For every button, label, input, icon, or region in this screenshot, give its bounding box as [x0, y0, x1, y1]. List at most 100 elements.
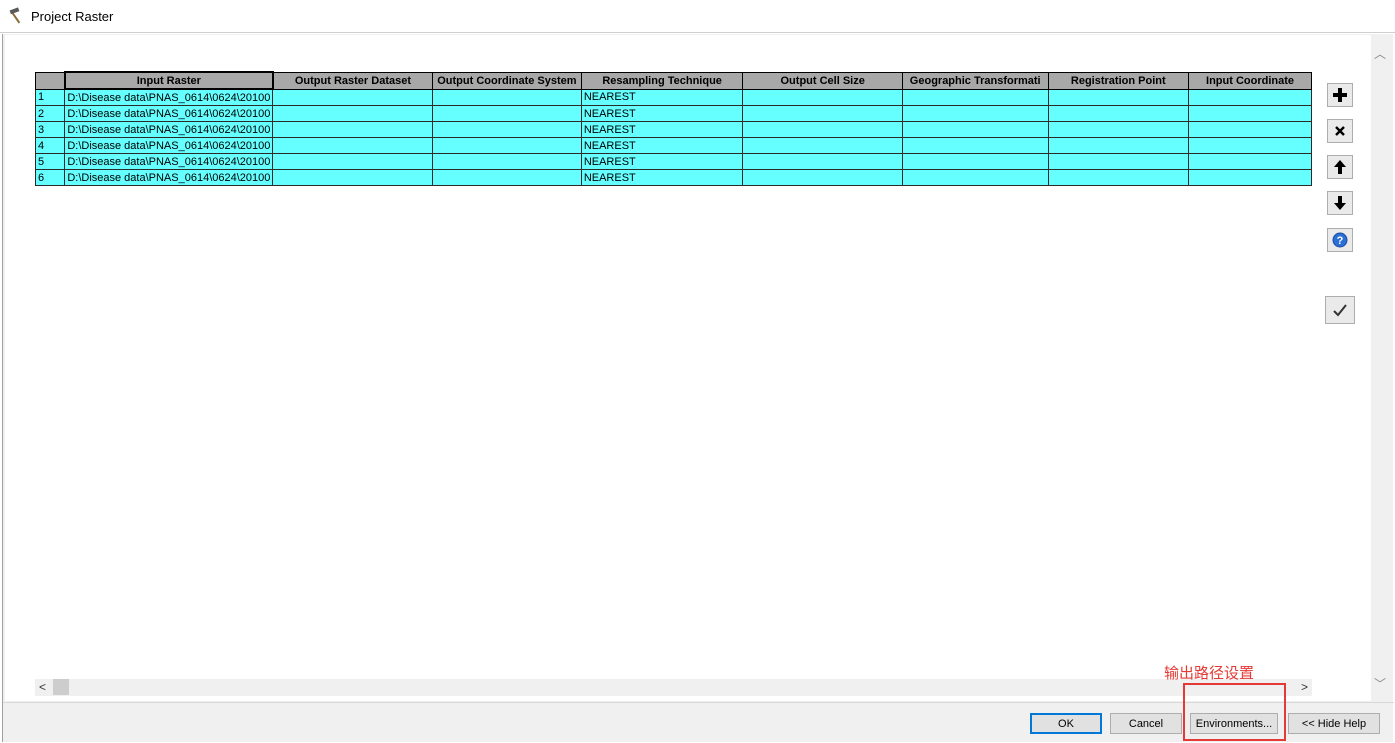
cell-output-raster-dataset[interactable]: [272, 88, 433, 106]
help-icon: ?: [1332, 232, 1348, 248]
cell-input-coordinate[interactable]: [1188, 169, 1312, 186]
table-row[interactable]: 2 D:\Disease data\PNAS_0614\0624\20100 N…: [35, 105, 1312, 122]
dialog-body: ︿ ﹀ Input Raster Output Raster Dataset O…: [2, 34, 1394, 742]
cell-input-raster[interactable]: D:\Disease data\PNAS_0614\0624\20100: [64, 105, 274, 122]
cell-registration-point[interactable]: [1047, 88, 1190, 106]
column-header-geographic-transformation[interactable]: Geographic Transformati: [901, 71, 1049, 90]
remove-row-button[interactable]: [1327, 119, 1353, 143]
column-header-input-coordinate[interactable]: Input Coordinate: [1188, 71, 1312, 90]
help-button[interactable]: ?: [1327, 228, 1353, 252]
annotation-label: 输出路径设置: [1164, 664, 1255, 682]
cancel-button[interactable]: Cancel: [1110, 713, 1182, 734]
cell-registration-point[interactable]: [1047, 137, 1190, 154]
check-values-button[interactable]: [1325, 296, 1355, 324]
hammer-icon: [9, 7, 21, 24]
column-header-output-cell-size[interactable]: Output Cell Size: [742, 71, 903, 90]
cell-input-coordinate[interactable]: [1188, 105, 1312, 122]
column-header-registration-point[interactable]: Registration Point: [1047, 71, 1190, 90]
arrow-up-icon: [1334, 160, 1346, 174]
cell-output-cell-size[interactable]: [742, 137, 903, 154]
row-number[interactable]: 3: [35, 121, 66, 138]
cell-registration-point[interactable]: [1047, 169, 1190, 186]
move-down-button[interactable]: [1327, 191, 1353, 215]
table-row[interactable]: 4 D:\Disease data\PNAS_0614\0624\20100 N…: [35, 137, 1312, 154]
cell-output-coordinate-system[interactable]: [431, 153, 582, 170]
close-icon: [1335, 126, 1345, 136]
cell-output-raster-dataset[interactable]: [272, 153, 433, 170]
column-header-output-coordinate-system[interactable]: Output Coordinate System: [431, 71, 582, 90]
raster-batch-grid[interactable]: Input Raster Output Raster Dataset Outpu…: [35, 71, 1312, 679]
cell-geographic-transformation[interactable]: [901, 169, 1049, 186]
cell-resampling-technique[interactable]: NEAREST: [580, 88, 744, 106]
cell-resampling-technique[interactable]: NEAREST: [580, 137, 744, 154]
row-number[interactable]: 5: [35, 153, 66, 170]
cell-input-raster[interactable]: D:\Disease data\PNAS_0614\0624\20100: [64, 137, 274, 154]
table-row[interactable]: 5 D:\Disease data\PNAS_0614\0624\20100 N…: [35, 153, 1312, 170]
horizontal-scrollbar[interactable]: < >: [35, 679, 1312, 696]
cell-input-raster[interactable]: D:\Disease data\PNAS_0614\0624\20100: [64, 169, 274, 186]
svg-text:?: ?: [1337, 235, 1344, 247]
cell-output-cell-size[interactable]: [742, 121, 903, 138]
table-row[interactable]: 1 D:\Disease data\PNAS_0614\0624\20100 N…: [35, 88, 1312, 106]
column-header-input-raster[interactable]: Input Raster: [63, 71, 274, 90]
scroll-thumb[interactable]: [53, 679, 69, 695]
cell-registration-point[interactable]: [1047, 121, 1190, 138]
environments-button[interactable]: Environments...: [1190, 713, 1278, 734]
grid-corner[interactable]: [35, 71, 66, 90]
cell-geographic-transformation[interactable]: [901, 105, 1049, 122]
vertical-scrollbar[interactable]: ︿ ﹀: [1371, 35, 1389, 701]
cell-resampling-technique[interactable]: NEAREST: [580, 121, 744, 138]
cell-registration-point[interactable]: [1047, 105, 1190, 122]
column-header-output-raster-dataset[interactable]: Output Raster Dataset: [272, 71, 433, 90]
cell-output-cell-size[interactable]: [742, 153, 903, 170]
cell-geographic-transformation[interactable]: [901, 121, 1049, 138]
column-header-resampling-technique[interactable]: Resampling Technique: [580, 71, 744, 90]
cell-resampling-technique[interactable]: NEAREST: [580, 169, 744, 186]
row-number[interactable]: 2: [35, 105, 66, 122]
scroll-up-icon[interactable]: ︿: [1374, 45, 1386, 62]
cell-geographic-transformation[interactable]: [901, 137, 1049, 154]
cell-input-coordinate[interactable]: [1188, 137, 1312, 154]
arrow-down-icon: [1334, 196, 1346, 210]
cell-input-coordinate[interactable]: [1188, 153, 1312, 170]
row-number[interactable]: 1: [35, 88, 66, 106]
cell-registration-point[interactable]: [1047, 153, 1190, 170]
cell-resampling-technique[interactable]: NEAREST: [580, 153, 744, 170]
grid-table: Input Raster Output Raster Dataset Outpu…: [35, 71, 1312, 186]
cell-output-raster-dataset[interactable]: [272, 137, 433, 154]
cell-output-coordinate-system[interactable]: [431, 105, 582, 122]
cell-output-raster-dataset[interactable]: [272, 105, 433, 122]
grid-header-row: Input Raster Output Raster Dataset Outpu…: [35, 71, 1312, 90]
cell-output-cell-size[interactable]: [742, 105, 903, 122]
cell-output-coordinate-system[interactable]: [431, 88, 582, 106]
cell-output-raster-dataset[interactable]: [272, 169, 433, 186]
cell-resampling-technique[interactable]: NEAREST: [580, 105, 744, 122]
row-number[interactable]: 6: [35, 169, 66, 186]
cell-input-raster[interactable]: D:\Disease data\PNAS_0614\0624\20100: [64, 153, 274, 170]
cell-output-raster-dataset[interactable]: [272, 121, 433, 138]
window-title: Project Raster: [31, 9, 114, 24]
title-bar: Project Raster: [0, 0, 1395, 33]
scroll-left-icon[interactable]: <: [39, 680, 46, 694]
add-row-button[interactable]: [1327, 83, 1353, 107]
plus-icon: [1333, 88, 1347, 102]
cell-output-coordinate-system[interactable]: [431, 137, 582, 154]
cell-output-coordinate-system[interactable]: [431, 121, 582, 138]
scroll-right-icon[interactable]: >: [1301, 680, 1308, 694]
cell-geographic-transformation[interactable]: [901, 88, 1049, 106]
cell-input-coordinate[interactable]: [1188, 121, 1312, 138]
table-row[interactable]: 6 D:\Disease data\PNAS_0614\0624\20100 N…: [35, 169, 1312, 186]
cell-output-coordinate-system[interactable]: [431, 169, 582, 186]
cell-input-raster[interactable]: D:\Disease data\PNAS_0614\0624\20100: [64, 88, 274, 106]
cell-geographic-transformation[interactable]: [901, 153, 1049, 170]
table-row[interactable]: 3 D:\Disease data\PNAS_0614\0624\20100 N…: [35, 121, 1312, 138]
move-up-button[interactable]: [1327, 155, 1353, 179]
hide-help-button[interactable]: << Hide Help: [1288, 713, 1380, 734]
cell-output-cell-size[interactable]: [742, 169, 903, 186]
cell-input-raster[interactable]: D:\Disease data\PNAS_0614\0624\20100: [64, 121, 274, 138]
ok-button[interactable]: OK: [1030, 713, 1102, 734]
row-number[interactable]: 4: [35, 137, 66, 154]
cell-output-cell-size[interactable]: [742, 88, 903, 106]
scroll-down-icon[interactable]: ﹀: [1374, 675, 1386, 692]
cell-input-coordinate[interactable]: [1188, 88, 1312, 106]
